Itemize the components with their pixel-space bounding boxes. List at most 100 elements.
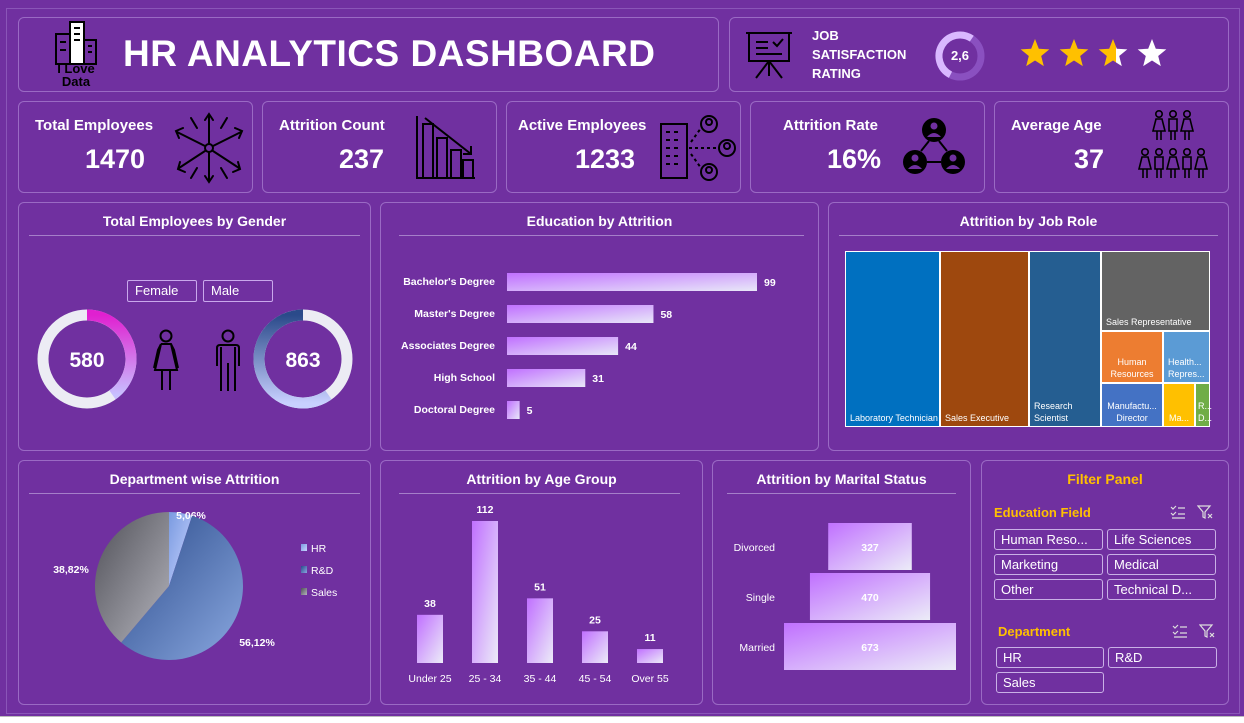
- treemap-cell: Human Resources: [1101, 331, 1163, 383]
- panel-title: Attrition by Age Group: [466, 471, 617, 487]
- office-building-people-icon: [660, 115, 736, 181]
- clear-filter-icon[interactable]: [1196, 504, 1213, 520]
- treemap-label: Laboratory Technician: [850, 413, 938, 423]
- data-label: 44: [625, 341, 637, 353]
- treemap-cell: Health... Repres...: [1163, 331, 1210, 383]
- divider: [29, 235, 360, 236]
- treemap-cell: Manufactu... Director: [1101, 383, 1163, 427]
- kpi-title: Attrition Count: [279, 117, 385, 134]
- satisfaction-value: 2,6: [950, 48, 970, 63]
- data-label: 51: [534, 581, 546, 593]
- star-icon-3: [1098, 39, 1128, 67]
- female-count: 580: [69, 349, 105, 372]
- education-bar: [507, 305, 654, 323]
- data-label: 38: [424, 598, 436, 610]
- marital-panel: Attrition by Marital Status 327 Divorced 4…: [712, 460, 971, 705]
- divider: [29, 493, 360, 494]
- data-label: 5: [527, 405, 533, 417]
- kpi-value: 16%: [827, 144, 882, 174]
- treemap-cell: Ma...: [1163, 383, 1195, 427]
- kpi-attrition-rate: Attrition Rate 16%: [750, 101, 985, 193]
- slicer-item[interactable]: Other: [994, 579, 1103, 600]
- multi-select-icon[interactable]: [1172, 623, 1188, 639]
- category-label: Over 55: [631, 673, 669, 685]
- star-icon-4: [1137, 39, 1167, 67]
- panel-title: Education by Attrition: [526, 213, 673, 229]
- education-bar: [507, 337, 619, 355]
- age-group-column-chart: 38 Under 25 112 25 - 34 51 35 - 44 25 45 - 54 11…: [408, 504, 669, 685]
- age-bar: [417, 614, 443, 663]
- category-label: Bachelor's Degree: [403, 276, 495, 288]
- kpi-value: 237: [339, 144, 385, 174]
- category-label: Under 25: [408, 673, 451, 685]
- treemap-label: Ma...: [1168, 413, 1189, 423]
- job-satisfaction-label: JOB SATISFACTION RATING: [812, 28, 907, 81]
- slicer-header: Department: [998, 624, 1071, 639]
- slicer-item[interactable]: HR: [996, 647, 1104, 668]
- filter-panel: Filter Panel Education Field Human Reso.…: [981, 460, 1229, 705]
- slicer-item[interactable]: R&D: [1108, 647, 1217, 668]
- slice-label: 56,12%: [239, 637, 275, 649]
- team-hands-icon: [174, 112, 244, 184]
- kpi-active-employees: Active Employees 1233: [506, 101, 741, 193]
- people-network-icon: [903, 118, 965, 174]
- data-label: 327: [861, 542, 879, 554]
- legend-swatch: [301, 588, 307, 595]
- logo-text-line2: Data: [61, 74, 91, 89]
- legend-female[interactable]: Female: [127, 280, 197, 302]
- legend-label: Sales: [311, 587, 337, 599]
- kpi-value: 1470: [85, 144, 146, 174]
- clear-filter-icon[interactable]: [1198, 623, 1215, 639]
- education-bar-chart: Bachelor's Degree 99 Master's Degree 58 Asso…: [401, 273, 776, 419]
- data-label: 25: [589, 614, 601, 626]
- slicer-item[interactable]: Marketing: [994, 554, 1103, 575]
- marital-status-funnel-chart: 327 Divorced 470 Single 673 Married: [734, 523, 956, 670]
- data-label: 31: [592, 373, 604, 385]
- treemap-label: Research Scientist: [1034, 401, 1073, 423]
- treemap-label: Manufactu... Director: [1107, 401, 1157, 423]
- legend-swatch: [301, 566, 307, 573]
- category-label: 35 - 44: [524, 673, 557, 685]
- kpi-total-employees: Total Employees 1470: [18, 101, 253, 193]
- job-satisfaction-panel: JOB SATISFACTION RATING 2,6: [729, 17, 1229, 92]
- category-label: 45 - 54: [579, 673, 612, 685]
- kpi-title: Total Employees: [35, 117, 154, 134]
- slicer-item[interactable]: Technical D...: [1107, 579, 1216, 600]
- education-bar: [507, 401, 520, 419]
- slicer-item[interactable]: Sales: [996, 672, 1104, 693]
- kpi-average-age: Average Age 37: [994, 101, 1229, 193]
- treemap-cell: Laboratory Technician: [845, 251, 940, 427]
- kpi-title: Average Age: [1011, 117, 1102, 134]
- divider: [399, 493, 680, 494]
- education-bar: [507, 369, 586, 387]
- treemap-cell: Sales Representative: [1101, 251, 1210, 331]
- age-bar: [472, 521, 498, 663]
- treemap-label: R... D...: [1198, 401, 1213, 423]
- department-slicer: Department HR R&D Sales: [992, 622, 1222, 698]
- male-count: 863: [285, 349, 321, 372]
- education-panel: Education by Attrition Bachelor's Degree…: [380, 202, 819, 451]
- category-label: Associates Degree: [401, 340, 495, 352]
- sheet-gridline-strip: [0, 716, 1244, 723]
- filter-panel-title: Filter Panel: [1067, 471, 1143, 487]
- slicer-item[interactable]: Life Sciences: [1107, 529, 1216, 550]
- slicer-header: Education Field: [994, 505, 1091, 520]
- data-label: 58: [660, 309, 672, 321]
- category-label: High School: [434, 372, 495, 384]
- legend-swatch: [301, 544, 307, 551]
- slice-label: 38,82%: [53, 564, 89, 576]
- job-role-panel: Attrition by Job Role Laboratory Technic…: [828, 202, 1229, 451]
- legend-male[interactable]: Male: [203, 280, 273, 302]
- declining-bar-chart-icon: [416, 116, 475, 179]
- category-label: Master's Degree: [414, 308, 495, 320]
- treemap-cell: Research Scientist: [1029, 251, 1101, 427]
- slicer-item[interactable]: Human Reso...: [994, 529, 1103, 550]
- treemap-label: Sales Executive: [945, 413, 1010, 423]
- slicer-item[interactable]: Medical: [1107, 554, 1216, 575]
- treemap-label: Human Resources: [1110, 357, 1154, 379]
- department-pie-chart: 5,06%56,12%38,82%HRR&DSales: [53, 510, 337, 660]
- education-bar: [507, 273, 757, 291]
- treemap-cell: R... D...: [1195, 383, 1213, 427]
- treemap-label: Health... Repres...: [1168, 357, 1205, 379]
- multi-select-icon[interactable]: [1170, 504, 1186, 520]
